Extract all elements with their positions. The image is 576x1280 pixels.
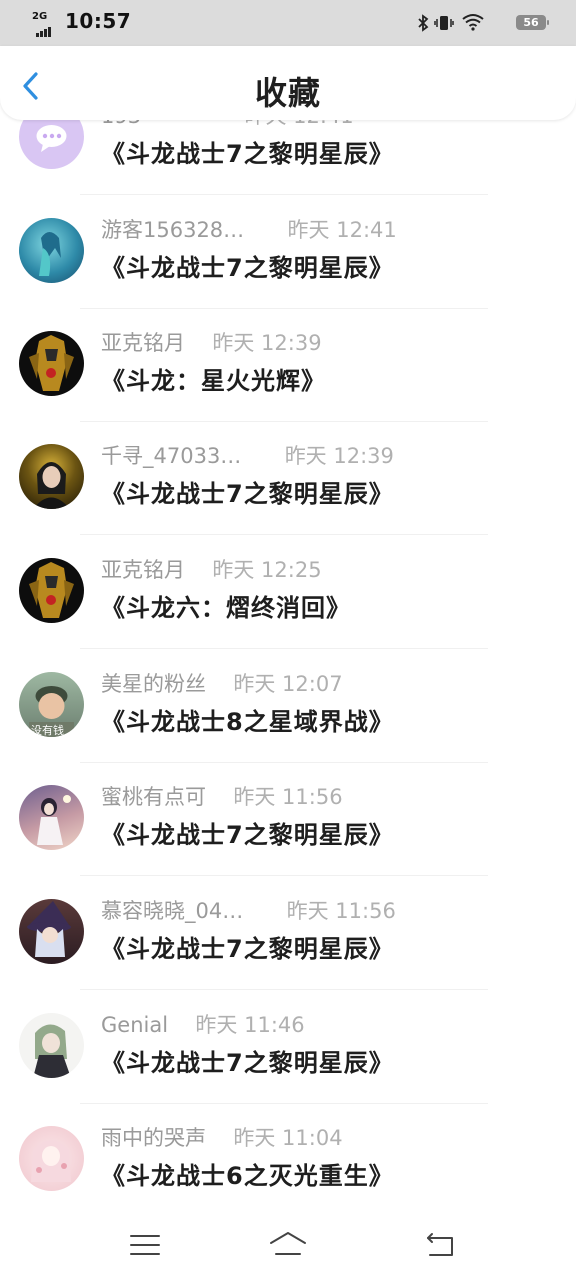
timestamp: 昨天 12:41	[287, 218, 397, 242]
user-name: 亚克铭月	[101, 558, 185, 582]
divider	[80, 989, 488, 990]
user-name: Genial	[101, 1013, 169, 1037]
list-item[interactable]: 慕容晓晓_04… 昨天 11:56 《斗龙战士7之黎明星辰》	[0, 877, 576, 990]
user-name: 蜜桃有点可	[101, 785, 206, 809]
network-type: 2G	[32, 11, 48, 22]
avatar[interactable]	[19, 331, 84, 396]
vibrate-icon	[434, 16, 454, 30]
book-title[interactable]: 《斗龙战士7之黎明星辰》	[101, 474, 394, 509]
user-name: 游客156328…	[101, 218, 245, 242]
page-title: 收藏	[254, 74, 321, 112]
item-meta: Genial 昨天 11:46	[101, 1009, 305, 1039]
back-icon	[427, 1233, 453, 1256]
list-item[interactable]: 游客156328… 昨天 12:41 《斗龙战士7之黎明星辰》	[0, 196, 576, 309]
item-meta: 蜜桃有点可 昨天 11:56	[101, 781, 343, 811]
avatar[interactable]	[19, 785, 84, 850]
system-nav-bar	[0, 1210, 576, 1280]
home-button[interactable]	[268, 1228, 308, 1262]
menu-icon	[130, 1235, 160, 1255]
avatar[interactable]	[19, 899, 84, 964]
list-item[interactable]: 蜜桃有点可 昨天 11:56 《斗龙战士7之黎明星辰》	[0, 763, 576, 876]
header: 收藏	[0, 46, 576, 120]
book-title[interactable]: 《斗龙战士7之黎明星辰》	[101, 815, 394, 850]
item-meta: 亚克铭月 昨天 12:25	[101, 554, 322, 584]
user-name: 千寻_47033…	[101, 444, 242, 468]
timestamp: 昨天 11:04	[233, 1126, 343, 1150]
bluetooth-icon	[418, 14, 429, 32]
menu-button[interactable]	[125, 1228, 165, 1262]
item-meta: 慕容晓晓_04… 昨天 11:56	[101, 895, 396, 925]
list-item[interactable]: 亚克铭月 昨天 12:25 《斗龙六：熠终消回》	[0, 536, 576, 649]
battery-icon: 56	[516, 15, 549, 30]
item-meta: 游客156328… 昨天 12:41	[101, 214, 397, 244]
divider	[80, 648, 488, 649]
divider	[80, 194, 488, 195]
avatar[interactable]	[19, 558, 84, 623]
timestamp: 昨天 12:39	[284, 444, 394, 468]
item-meta: 雨中的哭声 昨天 11:04	[101, 1122, 343, 1152]
list-item[interactable]: 亚克铭月 昨天 12:39 《斗龙：星火光辉》	[0, 309, 576, 422]
status-bar: 2G 10:57 56	[0, 0, 576, 46]
list-item[interactable]: 雨中的哭声 昨天 11:04 《斗龙战士6之灭光重生》	[0, 1104, 576, 1210]
timestamp: 昨天 12:07	[233, 672, 343, 696]
book-title[interactable]: 《斗龙战士7之黎明星辰》	[101, 248, 394, 283]
book-title[interactable]: 《斗龙战士7之黎明星辰》	[101, 929, 394, 964]
avatar[interactable]	[19, 1126, 84, 1191]
timestamp: 昨天 12:25	[212, 558, 322, 582]
user-name: 亚克铭月	[101, 331, 185, 355]
wifi-icon	[462, 14, 484, 31]
list-item[interactable]: 千寻_47033… 昨天 12:39 《斗龙战士7之黎明星辰》	[0, 422, 576, 535]
item-meta: 千寻_47033… 昨天 12:39	[101, 440, 394, 470]
list-item[interactable]: Genial 昨天 11:46 《斗龙战士7之黎明星辰》	[0, 991, 576, 1104]
avatar[interactable]	[19, 1013, 84, 1078]
item-meta: 美星的粉丝 昨天 12:07	[101, 668, 343, 698]
user-name: 雨中的哭声	[101, 1126, 206, 1150]
timestamp: 昨天 11:56	[286, 899, 396, 923]
timestamp: 昨天 11:56	[233, 785, 343, 809]
book-title[interactable]: 《斗龙六：熠终消回》	[101, 588, 351, 623]
item-meta: 亚克铭月 昨天 12:39	[101, 327, 322, 357]
timestamp: 昨天 11:46	[195, 1013, 305, 1037]
signal-icon	[36, 25, 56, 37]
user-name: 美星的粉丝	[101, 672, 206, 696]
book-title[interactable]: 《斗龙战士7之黎明星辰》	[101, 1043, 394, 1078]
divider	[80, 534, 488, 535]
avatar[interactable]	[19, 444, 84, 509]
clock: 10:57	[65, 9, 132, 33]
book-title[interactable]: 《斗龙战士7之黎明星辰》	[101, 134, 394, 169]
book-title[interactable]: 《斗龙战士6之灭光重生》	[101, 1156, 394, 1191]
svg-text:没有钱: 没有钱	[31, 723, 64, 737]
timestamp: 昨天 12:39	[212, 331, 322, 355]
divider	[80, 875, 488, 876]
back-nav-button[interactable]	[420, 1228, 460, 1262]
avatar[interactable]: 没有钱	[19, 672, 84, 737]
favorites-list: 193 昨天 12:41 《斗龙战士7之黎明星辰》 游客156328… 昨天 1…	[0, 0, 576, 1210]
book-title[interactable]: 《斗龙：星火光辉》	[101, 361, 326, 396]
user-name: 慕容晓晓_04…	[101, 899, 244, 923]
book-title[interactable]: 《斗龙战士8之星域界战》	[101, 702, 394, 737]
list-item[interactable]: 没有钱 美星的粉丝 昨天 12:07 《斗龙战士8之星域界战》	[0, 650, 576, 763]
home-icon	[270, 1232, 306, 1255]
avatar[interactable]	[19, 218, 84, 283]
